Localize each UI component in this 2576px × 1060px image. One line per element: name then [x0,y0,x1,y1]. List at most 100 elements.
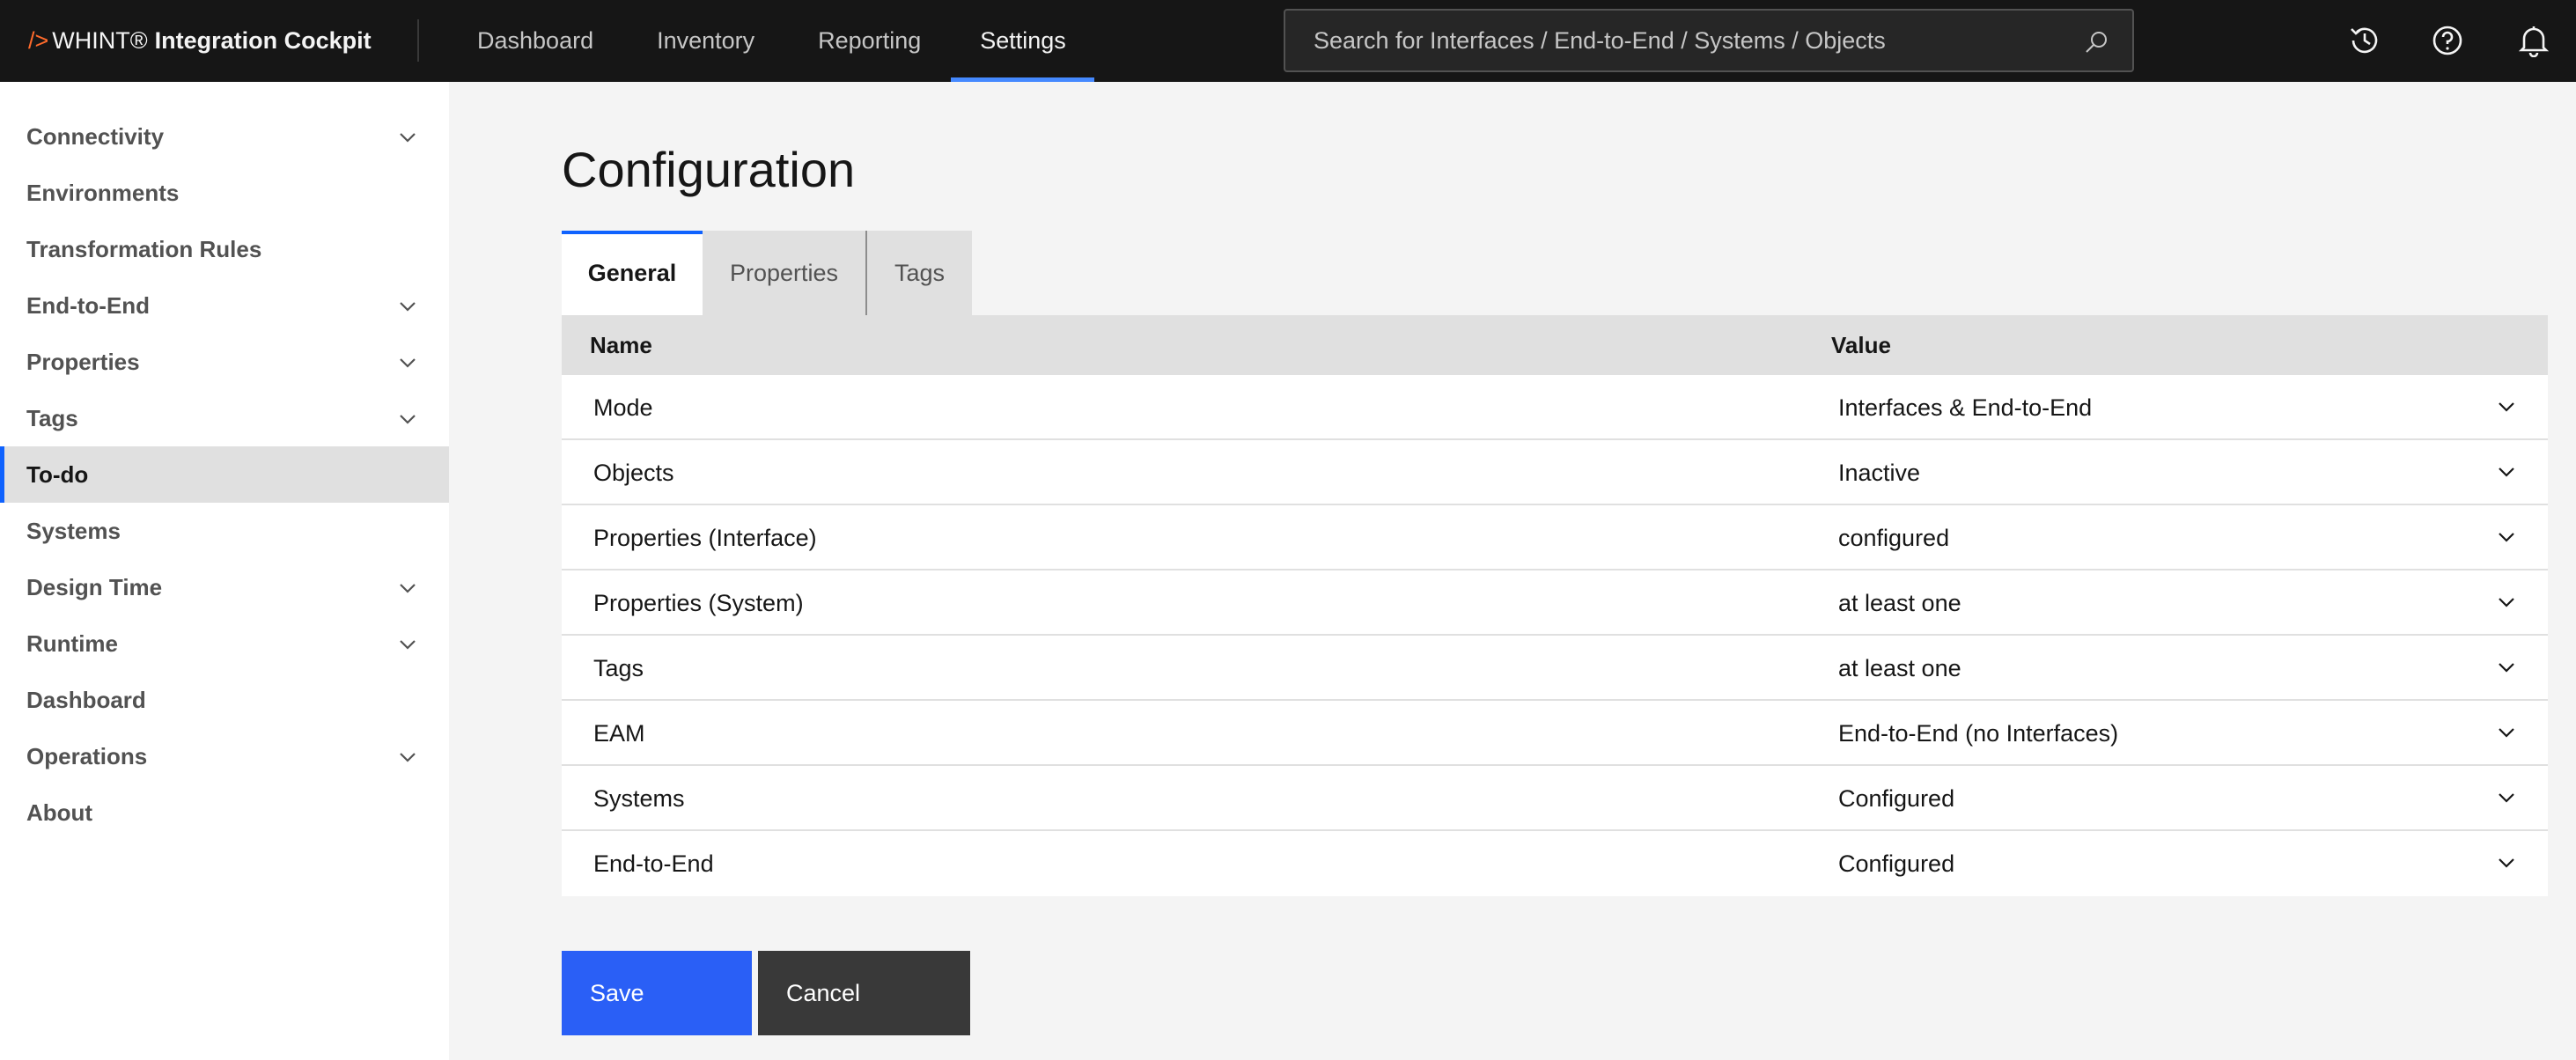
cancel-button[interactable]: Cancel [758,951,970,1035]
table-header: Name Value [562,315,2548,375]
value-dropdown[interactable]: Interfaces & End-to-End [1838,375,2548,438]
dropdown-selected-value: configured [1838,525,1950,551]
sidebar-item-label: Transformation Rules [26,235,262,262]
sidebar-item-label: End-to-End [26,291,151,319]
row-name: Mode [593,394,653,421]
dropdown-selected-value: Configured [1838,785,1955,812]
page-title: Configuration [562,142,856,197]
row-name: Properties (Interface) [593,525,817,551]
row-name: Properties (System) [593,590,804,616]
dropdown-selected-value: Inactive [1838,460,1921,486]
sidebar-item-end-to-end[interactable]: End-to-End [0,277,449,334]
config-table: Name Value Mode Interfaces & End-to-End … [562,315,2548,896]
nav-reporting[interactable]: Reporting [786,0,951,82]
table-row: Properties (System) at least one [562,570,2548,636]
row-name: EAM [593,720,645,747]
sidebar-item-label: Systems [26,517,121,544]
sidebar-item-label: Operations [26,742,148,769]
chevron-down-icon [2499,663,2514,673]
table-row: Objects Inactive [562,440,2548,505]
chevron-down-icon [400,358,416,368]
value-dropdown[interactable]: configured [1838,505,2548,569]
sidebar-item-label: Runtime [26,629,118,657]
dropdown-selected-value: at least one [1838,655,1961,681]
dropdown-selected-value: Interfaces & End-to-End [1838,394,2093,421]
sidebar-item-environments[interactable]: Environments [0,165,449,221]
sidebar-item-label: Connectivity [26,122,165,150]
chevron-down-icon [2499,728,2514,738]
value-dropdown[interactable]: at least one [1838,570,2548,634]
sidebar-item-label: Properties [26,348,140,375]
main-nav: Dashboard Inventory Reporting Settings [447,0,1094,82]
sidebar-item-runtime[interactable]: Runtime [0,615,449,672]
chevron-down-icon [2499,793,2514,803]
column-header-name: Name [590,331,652,358]
history-icon[interactable] [2345,21,2384,60]
chevron-down-icon [2499,402,2514,412]
chevron-down-icon [400,753,416,762]
row-name: End-to-End [593,850,714,877]
nav-dashboard[interactable]: Dashboard [447,0,623,82]
table-row: End-to-End Configured [562,831,2548,896]
tab-general[interactable]: General [562,231,703,315]
dropdown-selected-value: at least one [1838,590,1961,616]
chevron-down-icon [400,415,416,424]
header-divider [417,19,419,62]
table-row: Tags at least one [562,636,2548,701]
table-row: Systems Configured [562,766,2548,831]
global-search [1284,9,2134,72]
sidebar-item-operations[interactable]: Operations [0,728,449,784]
sidebar-item-label: Tags [26,404,78,431]
value-dropdown[interactable]: at least one [1838,636,2548,699]
value-dropdown[interactable]: Configured [1838,766,2548,829]
search-icon[interactable] [2085,30,2109,55]
sidebar-item-label: Design Time [26,573,163,600]
chevron-down-icon [2499,858,2514,868]
table-row: Properties (Interface) configured [562,505,2548,570]
chevron-down-icon [400,584,416,593]
nav-inventory[interactable]: Inventory [623,0,786,82]
sidebar-item-transformation-rules[interactable]: Transformation Rules [0,221,449,277]
sidebar-item-properties[interactable]: Properties [0,334,449,390]
sidebar-item-tags[interactable]: Tags [0,390,449,446]
sidebar-item-dashboard[interactable]: Dashboard [0,672,449,728]
value-dropdown[interactable]: End-to-End (no Interfaces) [1838,701,2548,764]
help-icon[interactable] [2428,21,2467,60]
value-dropdown[interactable]: Inactive [1838,440,2548,504]
column-header-value: Value [1831,331,1891,358]
top-header: /> WHINT® Integration Cockpit Dashboard … [0,0,2576,82]
sidebar-item-label: Environments [26,179,180,206]
dropdown-selected-value: End-to-End (no Interfaces) [1838,720,2119,747]
app-brand[interactable]: /> WHINT® Integration Cockpit [28,0,372,82]
row-name: Systems [593,785,685,812]
chevron-down-icon [2499,467,2514,477]
tab-tags[interactable]: Tags [867,231,972,315]
sidebar-item-systems[interactable]: Systems [0,503,449,559]
chevron-down-icon [400,640,416,650]
notification-bell-icon[interactable] [2514,21,2553,60]
search-input[interactable] [1314,26,2071,55]
config-tabs: General Properties Tags [562,231,972,315]
table-row: EAM End-to-End (no Interfaces) [562,701,2548,766]
sidebar-item-label: To-do [26,460,89,488]
sidebar-item-about[interactable]: About [0,784,449,841]
table-row: Mode Interfaces & End-to-End [562,375,2548,440]
brand-name: WHINT® [52,27,148,54]
sidebar: Connectivity Environments Transformation… [0,82,449,1060]
sidebar-item-design-time[interactable]: Design Time [0,559,449,615]
chevron-down-icon [400,302,416,312]
sidebar-item-todo[interactable]: To-do [0,446,449,503]
dropdown-selected-value: Configured [1838,850,1955,877]
sidebar-item-connectivity[interactable]: Connectivity [0,108,449,165]
sidebar-item-label: About [26,799,93,826]
chevron-down-icon [2499,598,2514,607]
value-dropdown[interactable]: Configured [1838,831,2548,894]
chevron-down-icon [400,133,416,143]
row-name: Tags [593,655,644,681]
sidebar-item-label: Dashboard [26,686,146,713]
nav-settings[interactable]: Settings [951,0,1094,82]
tab-properties[interactable]: Properties [703,231,865,315]
save-button[interactable]: Save [562,951,752,1035]
row-name: Objects [593,460,674,486]
brand-product-name: Integration Cockpit [154,27,372,54]
